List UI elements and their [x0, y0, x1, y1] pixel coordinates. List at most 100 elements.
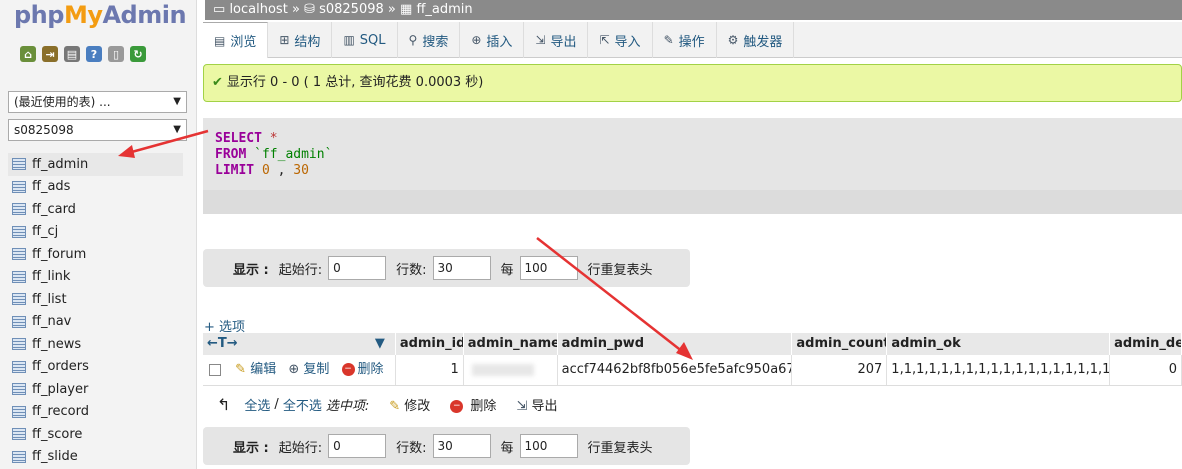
- insert-icon: ⊕: [471, 33, 482, 47]
- home-icon[interactable]: ⌂: [20, 46, 36, 62]
- table-item[interactable]: ff_list: [8, 288, 183, 311]
- breadcrumb-database[interactable]: s0825098: [319, 2, 384, 17]
- delete-icon: −: [450, 400, 464, 413]
- repeat-header-input[interactable]: 100: [519, 434, 578, 458]
- table-item[interactable]: ff_score: [8, 423, 183, 446]
- breadcrumb-server[interactable]: localhost: [229, 2, 287, 17]
- tab-export[interactable]: ⇲ 导出: [524, 22, 589, 58]
- row-checkbox[interactable]: [209, 363, 221, 376]
- row-navigation-bottom: 显示 : 起始行: 0 行数: 30 每 100 行重复表头: [203, 427, 690, 465]
- row-navigation-top: 显示 : 起始行: 0 行数: 30 每 100 行重复表头: [203, 249, 690, 287]
- export-icon: ⇲: [516, 399, 528, 414]
- database-icon: ⛁: [304, 2, 315, 17]
- pencil-icon: ✎: [235, 362, 247, 377]
- rows-count-input[interactable]: 30: [432, 434, 491, 458]
- table-item[interactable]: ff_admin: [8, 153, 183, 176]
- reload-icon[interactable]: ↻: [130, 46, 146, 62]
- table-icon: [12, 293, 26, 306]
- cell-admin-count[interactable]: 207: [792, 355, 888, 385]
- table-item[interactable]: ff_ads: [8, 176, 183, 199]
- repeat-header-input[interactable]: 100: [519, 256, 578, 280]
- table-item[interactable]: ff_link: [8, 266, 183, 289]
- tab-search[interactable]: ⚲ 搜索: [398, 22, 461, 58]
- table-icon: [12, 338, 26, 351]
- table-icon: [12, 315, 26, 328]
- tab-structure[interactable]: ⊞ 结构: [268, 22, 333, 58]
- table-header-row: ←T→ ▼ admin_id admin_name admin_pwd admi…: [203, 333, 1182, 355]
- tab-triggers[interactable]: ⚙ 触发器: [717, 22, 795, 58]
- arrow-up-left-icon: ↰: [217, 395, 231, 414]
- sql-icon: ▥: [343, 33, 355, 47]
- table-icon: [12, 428, 26, 441]
- edit-row-button[interactable]: ✎ 编辑: [235, 362, 276, 377]
- table-icon: [12, 405, 26, 418]
- search-icon: ⚲: [408, 33, 418, 47]
- tab-import[interactable]: ⇱ 导入: [588, 22, 653, 58]
- bulk-delete-button[interactable]: − 删除: [450, 395, 496, 414]
- chevron-down-icon: ▼: [173, 124, 181, 135]
- table-item[interactable]: ff_player: [8, 378, 183, 401]
- delete-row-button[interactable]: − 删除: [341, 362, 384, 377]
- redacted-block: [471, 363, 534, 376]
- table-item[interactable]: ff_record: [8, 401, 183, 424]
- phpmyadmin-logo[interactable]: phpMyAdmin: [14, 1, 187, 29]
- cell-admin-ok[interactable]: 1,1,1,1,1,1,1,1,1,1,1,1,1,1,1,1,1,1,1,1: [887, 355, 1111, 385]
- database-select[interactable]: s0825098 ▼: [8, 119, 187, 141]
- table-item[interactable]: ff_slide: [8, 446, 183, 469]
- table-icon: [12, 383, 26, 396]
- docs-icon[interactable]: ▯: [108, 46, 124, 62]
- sql-icon[interactable]: ▤: [64, 46, 80, 62]
- sort-dropdown-icon[interactable]: ▼: [375, 333, 385, 355]
- breadcrumb: ▭ localhost » ⛁ s0825098 » ▦ ff_admin: [205, 0, 1182, 20]
- rows-count-input[interactable]: 30: [432, 256, 491, 280]
- table-item[interactable]: ff_orders: [8, 356, 183, 379]
- bulk-export-button[interactable]: ⇲ 导出: [516, 395, 557, 414]
- wrench-icon: ✎: [663, 33, 674, 47]
- bulk-actions: ↰ 全选 / 全不选 选中项: ✎ 修改 − 删除 ⇲ 导出: [217, 395, 558, 414]
- column-header[interactable]: admin_count: [792, 333, 888, 355]
- table-item[interactable]: ff_nav: [8, 311, 183, 334]
- sql-query-footer: [203, 190, 1182, 214]
- success-message: ✔ 显示行 0 - 0 ( 1 总计, 查询花费 0.0003 秒): [203, 64, 1182, 102]
- help-icon[interactable]: ?: [86, 46, 102, 62]
- cell-admin-pwd[interactable]: accf74462bf8fb056e5fe5afc950a671: [558, 355, 793, 385]
- tab-operations[interactable]: ✎ 操作: [653, 22, 717, 58]
- tab-bar: ▤ 浏览 ⊞ 结构 ▥ SQL ⚲ 搜索 ⊕ 插入 ⇲ 导出 ⇱ 导入 ✎ 操作 ⚙ 触发器: [203, 22, 1182, 58]
- recent-tables-select[interactable]: (最近使用的表) ... ▼: [8, 91, 187, 113]
- cell-admin-del[interactable]: 0: [1110, 355, 1182, 385]
- table-list: ff_admin ff_ads ff_card ff_cj ff_forum f…: [8, 153, 183, 468]
- cell-admin-name-redacted[interactable]: [464, 355, 558, 385]
- table-icon: [12, 225, 26, 238]
- uncheck-all-link[interactable]: 全不选: [283, 395, 322, 414]
- copy-row-button[interactable]: ⊕ 复制: [288, 362, 329, 377]
- navigation-panel: phpMyAdmin ⌂ ⇥ ▤ ? ▯ ↻ (最近使用的表) ... ▼ s0…: [0, 0, 197, 469]
- tab-insert[interactable]: ⊕ 插入: [460, 22, 525, 58]
- breadcrumb-table[interactable]: ff_admin: [416, 2, 472, 17]
- column-header[interactable]: admin_name: [463, 333, 558, 355]
- table-icon: [12, 270, 26, 283]
- start-row-input[interactable]: 0: [328, 256, 387, 280]
- table-item[interactable]: ff_news: [8, 333, 183, 356]
- column-header[interactable]: admin_ok: [887, 333, 1111, 355]
- browse-icon: ▤: [214, 33, 226, 48]
- cell-admin-id[interactable]: 1: [396, 355, 464, 385]
- table-icon: ▦: [400, 2, 413, 17]
- table-item[interactable]: ff_cj: [8, 221, 183, 244]
- tab-sql[interactable]: ▥ SQL: [332, 22, 398, 58]
- column-header[interactable]: admin_del: [1110, 333, 1182, 355]
- column-header[interactable]: admin_pwd: [557, 333, 793, 355]
- tab-browse[interactable]: ▤ 浏览: [203, 22, 269, 58]
- start-row-input[interactable]: 0: [328, 434, 387, 458]
- column-toggle[interactable]: ←T→ ▼: [203, 333, 396, 355]
- table-icon: [12, 360, 26, 373]
- exit-icon[interactable]: ⇥: [42, 46, 58, 62]
- table-item[interactable]: ff_forum: [8, 243, 183, 266]
- quick-icons: ⌂ ⇥ ▤ ? ▯ ↻: [20, 46, 146, 62]
- import-icon: ⇱: [599, 33, 610, 47]
- column-header[interactable]: admin_id: [395, 333, 464, 355]
- bulk-edit-button[interactable]: ✎ 修改: [389, 395, 430, 414]
- check-all-link[interactable]: 全选: [244, 395, 270, 414]
- table-item[interactable]: ff_card: [8, 198, 183, 221]
- export-icon: ⇲: [535, 33, 546, 47]
- sql-query: SELECT * FROM `ff_admin` LIMIT 0 , 30: [215, 131, 333, 178]
